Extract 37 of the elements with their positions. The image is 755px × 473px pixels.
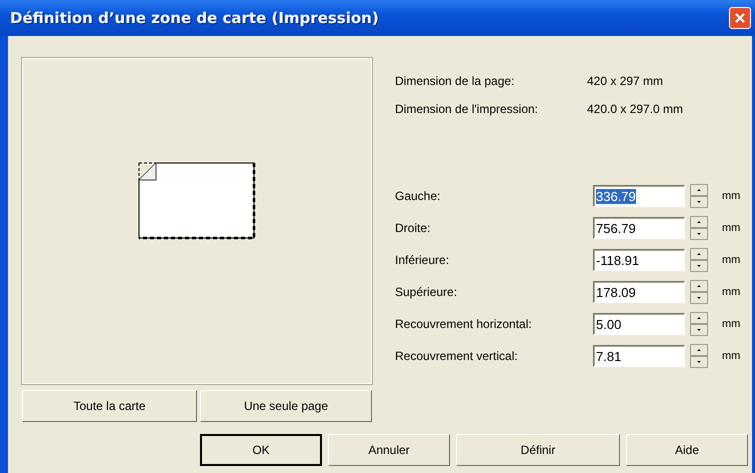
input-field[interactable]: 178.09 — [593, 281, 685, 303]
field-label: Droite: — [395, 221, 432, 235]
spinner[interactable] — [690, 312, 708, 336]
input-field[interactable]: 5.00 — [593, 313, 685, 335]
unit-label: mm — [722, 254, 740, 266]
dialog-button[interactable]: Aide — [626, 434, 748, 466]
input-field[interactable]: 7.81 — [593, 345, 685, 367]
dialog-button[interactable]: OK — [200, 434, 322, 466]
close-button[interactable] — [729, 7, 751, 29]
info-value: 420 x 297 mm — [587, 74, 664, 88]
field-label: Gauche: — [395, 189, 442, 203]
dialog-button[interactable]: Annuler — [328, 434, 450, 466]
field-label: Inférieure: — [395, 253, 450, 267]
field-label: Recouvrement vertical: — [395, 349, 519, 363]
unit-label: mm — [722, 190, 740, 202]
input-field[interactable]: -118.91 — [593, 249, 685, 271]
spinner[interactable] — [690, 280, 708, 304]
input-field[interactable]: 756.79 — [593, 217, 685, 239]
info-label: Dimension de la page: — [395, 74, 516, 88]
preview-button[interactable]: Une seule page — [200, 390, 372, 422]
spinner[interactable] — [690, 216, 708, 240]
preview-button[interactable]: Toute la carte — [22, 390, 197, 422]
spinner[interactable] — [690, 344, 708, 368]
dialog-button[interactable]: Définir — [456, 434, 620, 466]
spinner[interactable] — [690, 248, 708, 272]
unit-label: mm — [722, 286, 740, 298]
info-label: Dimension de l'impression: — [395, 102, 540, 116]
unit-label: mm — [722, 318, 740, 330]
unit-label: mm — [722, 350, 740, 362]
field-label: Recouvrement horizontal: — [395, 317, 533, 331]
info-value: 420.0 x 297.0 mm — [587, 102, 684, 116]
input-field[interactable]: 336.79 — [593, 185, 685, 207]
field-label: Supérieure: — [395, 285, 458, 299]
spinner[interactable] — [690, 184, 708, 208]
close-icon — [734, 12, 746, 24]
window-title: Définition d’une zone de carte (Impression) — [10, 9, 379, 27]
unit-label: mm — [722, 222, 740, 234]
